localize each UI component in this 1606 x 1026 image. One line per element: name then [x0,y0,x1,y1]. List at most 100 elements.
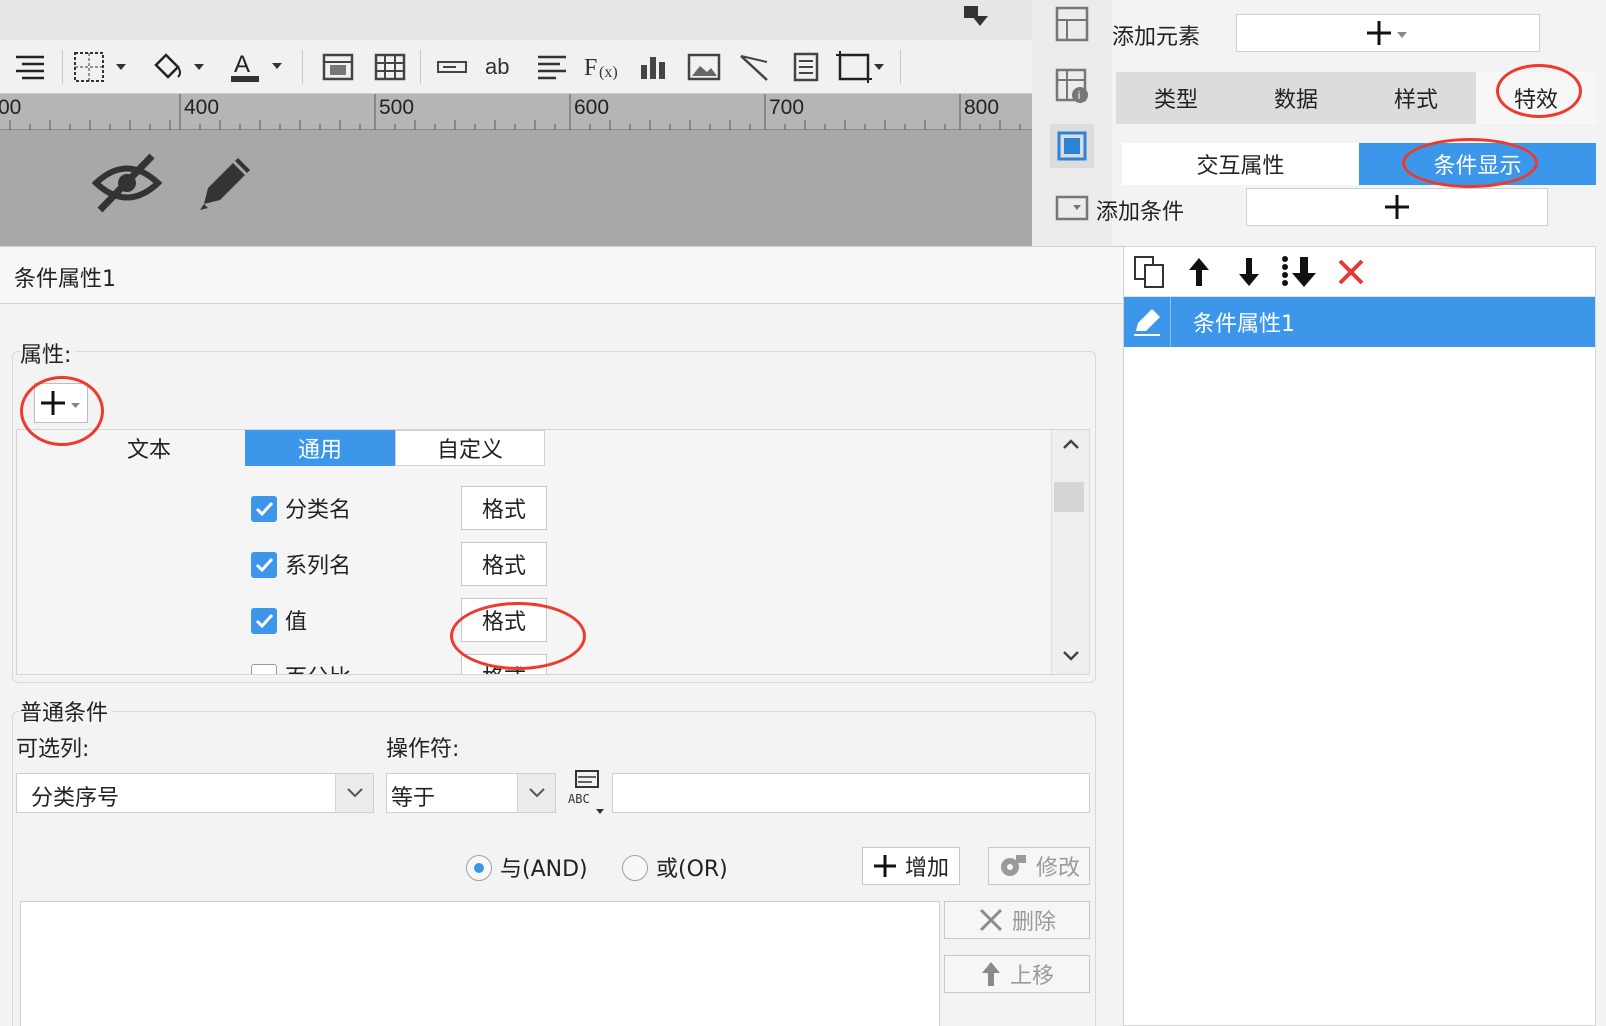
tab-style[interactable]: 样式 [1356,72,1476,124]
ab-text-icon[interactable]: ab [480,48,520,86]
scroll-thumb[interactable] [1054,482,1084,512]
chevron-down-icon[interactable] [335,774,373,812]
svg-text:F: F [584,55,597,81]
row-label: 系列名 [285,554,352,579]
ruler-label: 800 [964,96,1000,119]
tab-effects[interactable]: 特效 [1476,72,1596,124]
condition-list-toolbar [1123,247,1595,297]
add-element-label: 添加元素 [1112,25,1201,50]
layout-icon[interactable] [1050,2,1094,46]
textbox-icon[interactable] [432,48,472,86]
modify-button[interactable]: 修改 [988,847,1090,885]
ruler-label: 500 [379,96,415,119]
operator-select-value: 等于 [391,786,436,811]
line-icon[interactable] [734,48,774,86]
segment-general[interactable]: 通用 [245,430,395,466]
frame-icon[interactable] [836,48,888,86]
document-icon[interactable] [786,48,826,86]
radio-or[interactable] [622,855,648,881]
add-button[interactable]: 增加 [862,847,960,885]
column-select-value: 分类序号 [31,786,120,811]
checkbox-category-name[interactable] [251,496,277,522]
checkbox-value[interactable] [251,608,277,634]
paint-bucket-icon[interactable] [150,48,210,86]
list-item-label: 条件属性1 [1193,312,1295,337]
align-icon[interactable] [10,48,50,86]
move-bottom-icon[interactable] [1279,253,1319,291]
cell-info-icon[interactable]: i [1050,64,1094,108]
text-attribute-label: 文本 [127,438,172,463]
move-up-button[interactable]: 上移 [944,955,1090,993]
modify-button-label: 修改 [1035,856,1080,881]
eye-hidden-icon[interactable] [91,152,163,218]
condition-list-box[interactable] [20,901,940,1026]
formula-icon-text: ABC [568,792,590,806]
merge-cell-icon[interactable] [318,48,358,86]
dropdown-box-icon[interactable] [1050,186,1094,230]
plus-dropdown-icon [1367,21,1407,45]
chevron-up-icon[interactable] [1061,436,1081,455]
copy-icon[interactable] [1129,253,1169,291]
svg-text:ab: ab [485,54,509,79]
format-button[interactable]: 格式 [461,598,547,642]
normal-condition-label: 普通条件 [20,695,113,727]
radio-and[interactable] [466,855,492,881]
ruler-ticks [9,94,1021,130]
condition-value-input[interactable] [612,773,1090,813]
operator-label: 操作符: [386,737,460,762]
optional-column-label: 可选列: [16,737,90,762]
close-icon [979,908,1003,932]
chevron-down-icon[interactable] [517,774,555,812]
image-icon[interactable] [684,48,724,86]
ruler-label: 400 [184,96,220,119]
tab-data[interactable]: 数据 [1236,72,1356,124]
widget-frame-icon[interactable] [1050,124,1094,168]
delete-button[interactable]: 删除 [944,901,1090,939]
column-select[interactable]: 分类序号 [16,773,374,813]
chevron-down-icon[interactable] [1061,648,1081,667]
attribute-list-scrollbar[interactable] [1051,430,1089,674]
toolbar-separator [900,50,901,84]
tab-type[interactable]: 类型 [1116,72,1236,124]
horizontal-ruler: 00 400 500 600 700 800 [0,94,1032,130]
svg-text:i: i [1078,89,1081,102]
bar-chart-icon[interactable] [634,48,674,86]
pencil-icon[interactable] [194,150,258,218]
list-item[interactable]: 条件属性1 [1123,297,1595,347]
subtab-conditional-display[interactable]: 条件显示 [1359,143,1596,185]
svg-text:A: A [234,51,250,78]
dialog-title: 条件属性1 [14,267,116,292]
subtab-interaction-properties[interactable]: 交互属性 [1122,143,1359,185]
report-designer-top: A ab F (x) 00 400 500 600 700 800 [0,0,1032,246]
top-strip [0,0,1032,40]
radio-and-label: 与(AND) [500,857,588,882]
add-condition-button[interactable] [1246,188,1548,226]
move-down-icon[interactable] [1229,253,1269,291]
add-attribute-button[interactable] [34,383,88,423]
border-icon[interactable] [72,48,132,86]
table-icon[interactable] [370,48,410,86]
collapse-icon[interactable] [962,4,990,32]
font-color-icon[interactable]: A [228,48,288,86]
paragraph-icon[interactable] [532,48,572,86]
segment-custom[interactable]: 自定义 [395,430,545,466]
formula-icon[interactable]: F (x) [582,48,622,86]
edit-pencil-icon [1123,297,1171,347]
move-up-button-label: 上移 [1009,964,1054,989]
delete-icon[interactable] [1331,253,1371,291]
condition-list: 条件属性1 [1122,246,1596,1026]
formula-editor-icon[interactable]: ABC [566,769,608,815]
condition-dialog: 条件属性1 属性: 文本 通用 自定义 分类名 格式 系列名 格式 值 格式 百… [0,246,1124,1026]
operator-select[interactable]: 等于 [386,773,556,813]
plus-icon [873,855,896,877]
move-up-icon[interactable] [1179,253,1219,291]
format-button[interactable]: 格式 [461,486,547,530]
checkbox-series-name[interactable] [251,552,277,578]
attributes-label: 属性: [20,337,76,369]
format-button[interactable]: 格式 [461,542,547,586]
checkbox-percentage[interactable] [251,664,277,674]
format-button[interactable]: 格式 [461,654,547,674]
add-element-button[interactable] [1236,14,1540,52]
delete-button-label: 删除 [1011,910,1056,935]
plus-dropdown-icon [41,391,80,415]
